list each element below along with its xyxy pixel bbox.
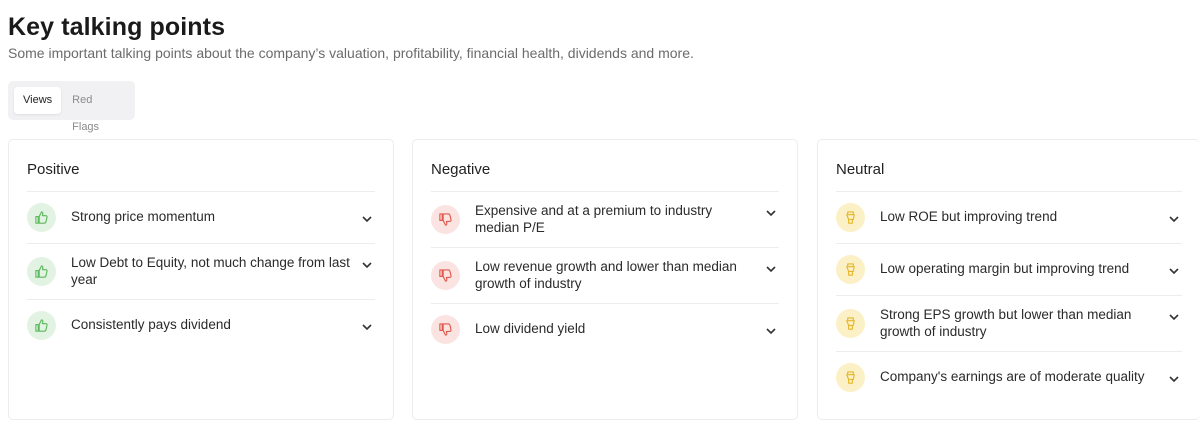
list-item-text: Low operating margin but improving trend — [880, 261, 1130, 277]
list-item[interactable]: Strong EPS growth but lower than median … — [836, 295, 1182, 351]
thumbs-sideways-icon — [836, 309, 865, 338]
chevron-down-icon[interactable] — [1168, 310, 1180, 322]
list-item-text: Expensive and at a premium to industry m… — [475, 203, 713, 235]
chevron-down-icon[interactable] — [1168, 212, 1180, 224]
card-title-positive: Positive — [27, 161, 80, 178]
neutral-list: Low ROE but improving trend Low operatin… — [836, 191, 1182, 403]
list-item[interactable]: Low dividend yield — [431, 303, 779, 355]
card-title-negative: Negative — [431, 161, 491, 178]
list-item-text: Low revenue growth and lower than median… — [475, 259, 737, 291]
chevron-down-icon[interactable] — [765, 206, 777, 218]
page-subtitle: Some important talking points about the … — [8, 45, 694, 61]
list-item-text: Strong EPS growth but lower than median … — [880, 307, 1132, 339]
list-item-text: Strong price momentum — [71, 209, 216, 225]
list-item-text: Company's earnings are of moderate quali… — [880, 369, 1145, 385]
thumbs-up-icon — [27, 257, 56, 286]
thumbs-sideways-icon — [836, 255, 865, 284]
list-item-text: Low dividend yield — [475, 321, 586, 337]
negative-card: Negative Expensive and at a premium to i… — [412, 139, 798, 420]
chevron-down-icon[interactable] — [361, 212, 373, 224]
list-item[interactable]: Company's earnings are of moderate quali… — [836, 351, 1182, 403]
chevron-down-icon[interactable] — [765, 262, 777, 274]
chevron-down-icon[interactable] — [765, 324, 777, 336]
thumbs-sideways-icon — [836, 363, 865, 392]
tab-views[interactable]: Views — [14, 87, 62, 114]
list-item-text: Low ROE but improving trend — [880, 209, 1058, 225]
chevron-down-icon[interactable] — [361, 320, 373, 332]
thumbs-up-icon — [27, 203, 56, 232]
list-item[interactable]: Low revenue growth and lower than median… — [431, 247, 779, 303]
positive-list: Strong price momentum Low Debt to Equity… — [27, 191, 375, 351]
list-item[interactable]: Low operating margin but improving trend — [836, 243, 1182, 295]
list-item[interactable]: Low ROE but improving trend — [836, 191, 1182, 243]
list-item[interactable]: Expensive and at a premium to industry m… — [431, 191, 779, 247]
list-item[interactable]: Strong price momentum — [27, 191, 375, 243]
list-item[interactable]: Low Debt to Equity, not much change from… — [27, 243, 375, 299]
list-item-text: Consistently pays dividend — [71, 317, 231, 333]
tab-red-flags[interactable]: Red Flags — [63, 87, 129, 133]
chevron-down-icon[interactable] — [1168, 264, 1180, 276]
negative-list: Expensive and at a premium to industry m… — [431, 191, 779, 355]
view-tabs: Views Red Flags — [8, 81, 135, 133]
card-title-neutral: Neutral — [836, 161, 885, 178]
list-item[interactable]: Consistently pays dividend — [27, 299, 375, 351]
chevron-down-icon[interactable] — [361, 258, 373, 270]
neutral-card: Neutral Low ROE but improving trend Low … — [817, 139, 1200, 420]
list-item-text: Low Debt to Equity, not much change from… — [71, 255, 350, 287]
thumbs-sideways-icon — [836, 203, 865, 232]
positive-card: Positive Strong price momentum Low Debt … — [8, 139, 394, 420]
page-title: Key talking points — [8, 13, 226, 41]
thumbs-down-icon — [431, 261, 460, 290]
thumbs-down-icon — [431, 315, 460, 344]
thumbs-down-icon — [431, 205, 460, 234]
chevron-down-icon[interactable] — [1168, 372, 1180, 384]
thumbs-up-icon — [27, 311, 56, 340]
